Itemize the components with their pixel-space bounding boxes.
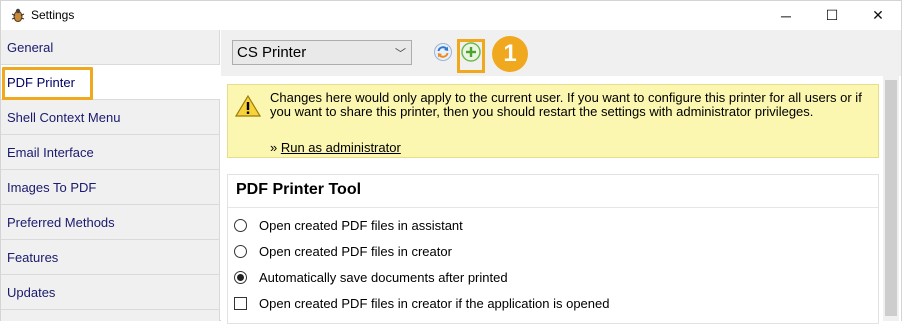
- admin-notice: Changes here would only apply to the cur…: [227, 84, 879, 158]
- sidebar-item-images-to-pdf[interactable]: Images To PDF: [1, 170, 220, 205]
- step-callout-badge: 1: [492, 36, 528, 72]
- panel-title: PDF Printer Tool: [236, 181, 362, 198]
- sidebar-item-preferred-methods[interactable]: Preferred Methods: [1, 205, 220, 240]
- sidebar-item-label: Images To PDF: [7, 180, 97, 195]
- sidebar-item-label: Shell Context Menu: [7, 110, 121, 125]
- settings-content: Changes here would only apply to the cur…: [221, 76, 901, 324]
- minimize-icon: ─: [781, 7, 791, 24]
- radio-button-selected[interactable]: [234, 271, 247, 284]
- scrollbar-thumb[interactable]: [885, 80, 897, 316]
- pdf-printer-highlight: [2, 67, 93, 100]
- title-bar[interactable]: Settings ─ ☐ ✕: [1, 1, 901, 30]
- sidebar-item-email-interface[interactable]: Email Interface: [1, 135, 220, 170]
- bug-icon: [11, 8, 25, 22]
- add-icon[interactable]: [459, 40, 483, 64]
- pdf-printer-tool-panel: PDF Printer Tool Open created PDF files …: [227, 174, 879, 324]
- printer-select[interactable]: CS Printer ﹀: [232, 40, 412, 65]
- maximize-button[interactable]: ☐: [809, 1, 855, 30]
- sidebar-item-label: Email Interface: [7, 145, 94, 160]
- option-label: Open created PDF files in assistant: [259, 218, 463, 233]
- chevron-down-icon: ﹀: [395, 48, 406, 60]
- vertical-scrollbar[interactable]: [883, 76, 899, 321]
- option-label: Open created PDF files in creator: [259, 244, 452, 259]
- sidebar: General PDF Printer Shell Context Menu E…: [1, 30, 220, 321]
- radio-button[interactable]: [234, 219, 247, 232]
- maximize-icon: ☐: [825, 7, 839, 23]
- sidebar-item-label: Updates: [7, 285, 56, 300]
- refresh-icon[interactable]: [433, 42, 453, 62]
- minimize-button[interactable]: ─: [763, 1, 809, 30]
- settings-window: Settings ─ ☐ ✕ General PDF Printer Shell…: [0, 0, 902, 324]
- divider: [228, 207, 878, 208]
- main-panel: CS Printer ﹀ 1 Changes here would only a…: [221, 30, 901, 324]
- run-as-admin-link[interactable]: Run as administrator: [281, 140, 401, 155]
- link-prefix: »: [270, 140, 281, 155]
- window-title: Settings: [31, 8, 75, 22]
- notice-link-row: » Run as administrator: [270, 140, 401, 155]
- printer-select-value: CS Printer: [237, 44, 307, 61]
- option-label: Open created PDF files in creator if the…: [259, 296, 610, 311]
- notice-text: Changes here would only apply to the cur…: [270, 90, 862, 119]
- radio-button[interactable]: [234, 245, 247, 258]
- close-button[interactable]: ✕: [855, 1, 901, 30]
- sidebar-item-label: Preferred Methods: [7, 215, 115, 230]
- warning-icon: [235, 94, 261, 117]
- sidebar-item-shell-context-menu[interactable]: Shell Context Menu: [1, 100, 220, 135]
- sidebar-item-updates[interactable]: Updates: [1, 275, 220, 310]
- sidebar-item-label: Features: [7, 250, 59, 265]
- printer-toolbar: CS Printer ﹀ 1: [221, 30, 901, 76]
- sidebar-item-general[interactable]: General: [1, 30, 220, 65]
- close-icon: ✕: [872, 7, 884, 23]
- sidebar-item-features[interactable]: Features: [1, 240, 220, 275]
- checkbox[interactable]: [234, 297, 247, 310]
- option-label: Automatically save documents after print…: [259, 270, 508, 285]
- sidebar-item-label: General: [7, 40, 54, 55]
